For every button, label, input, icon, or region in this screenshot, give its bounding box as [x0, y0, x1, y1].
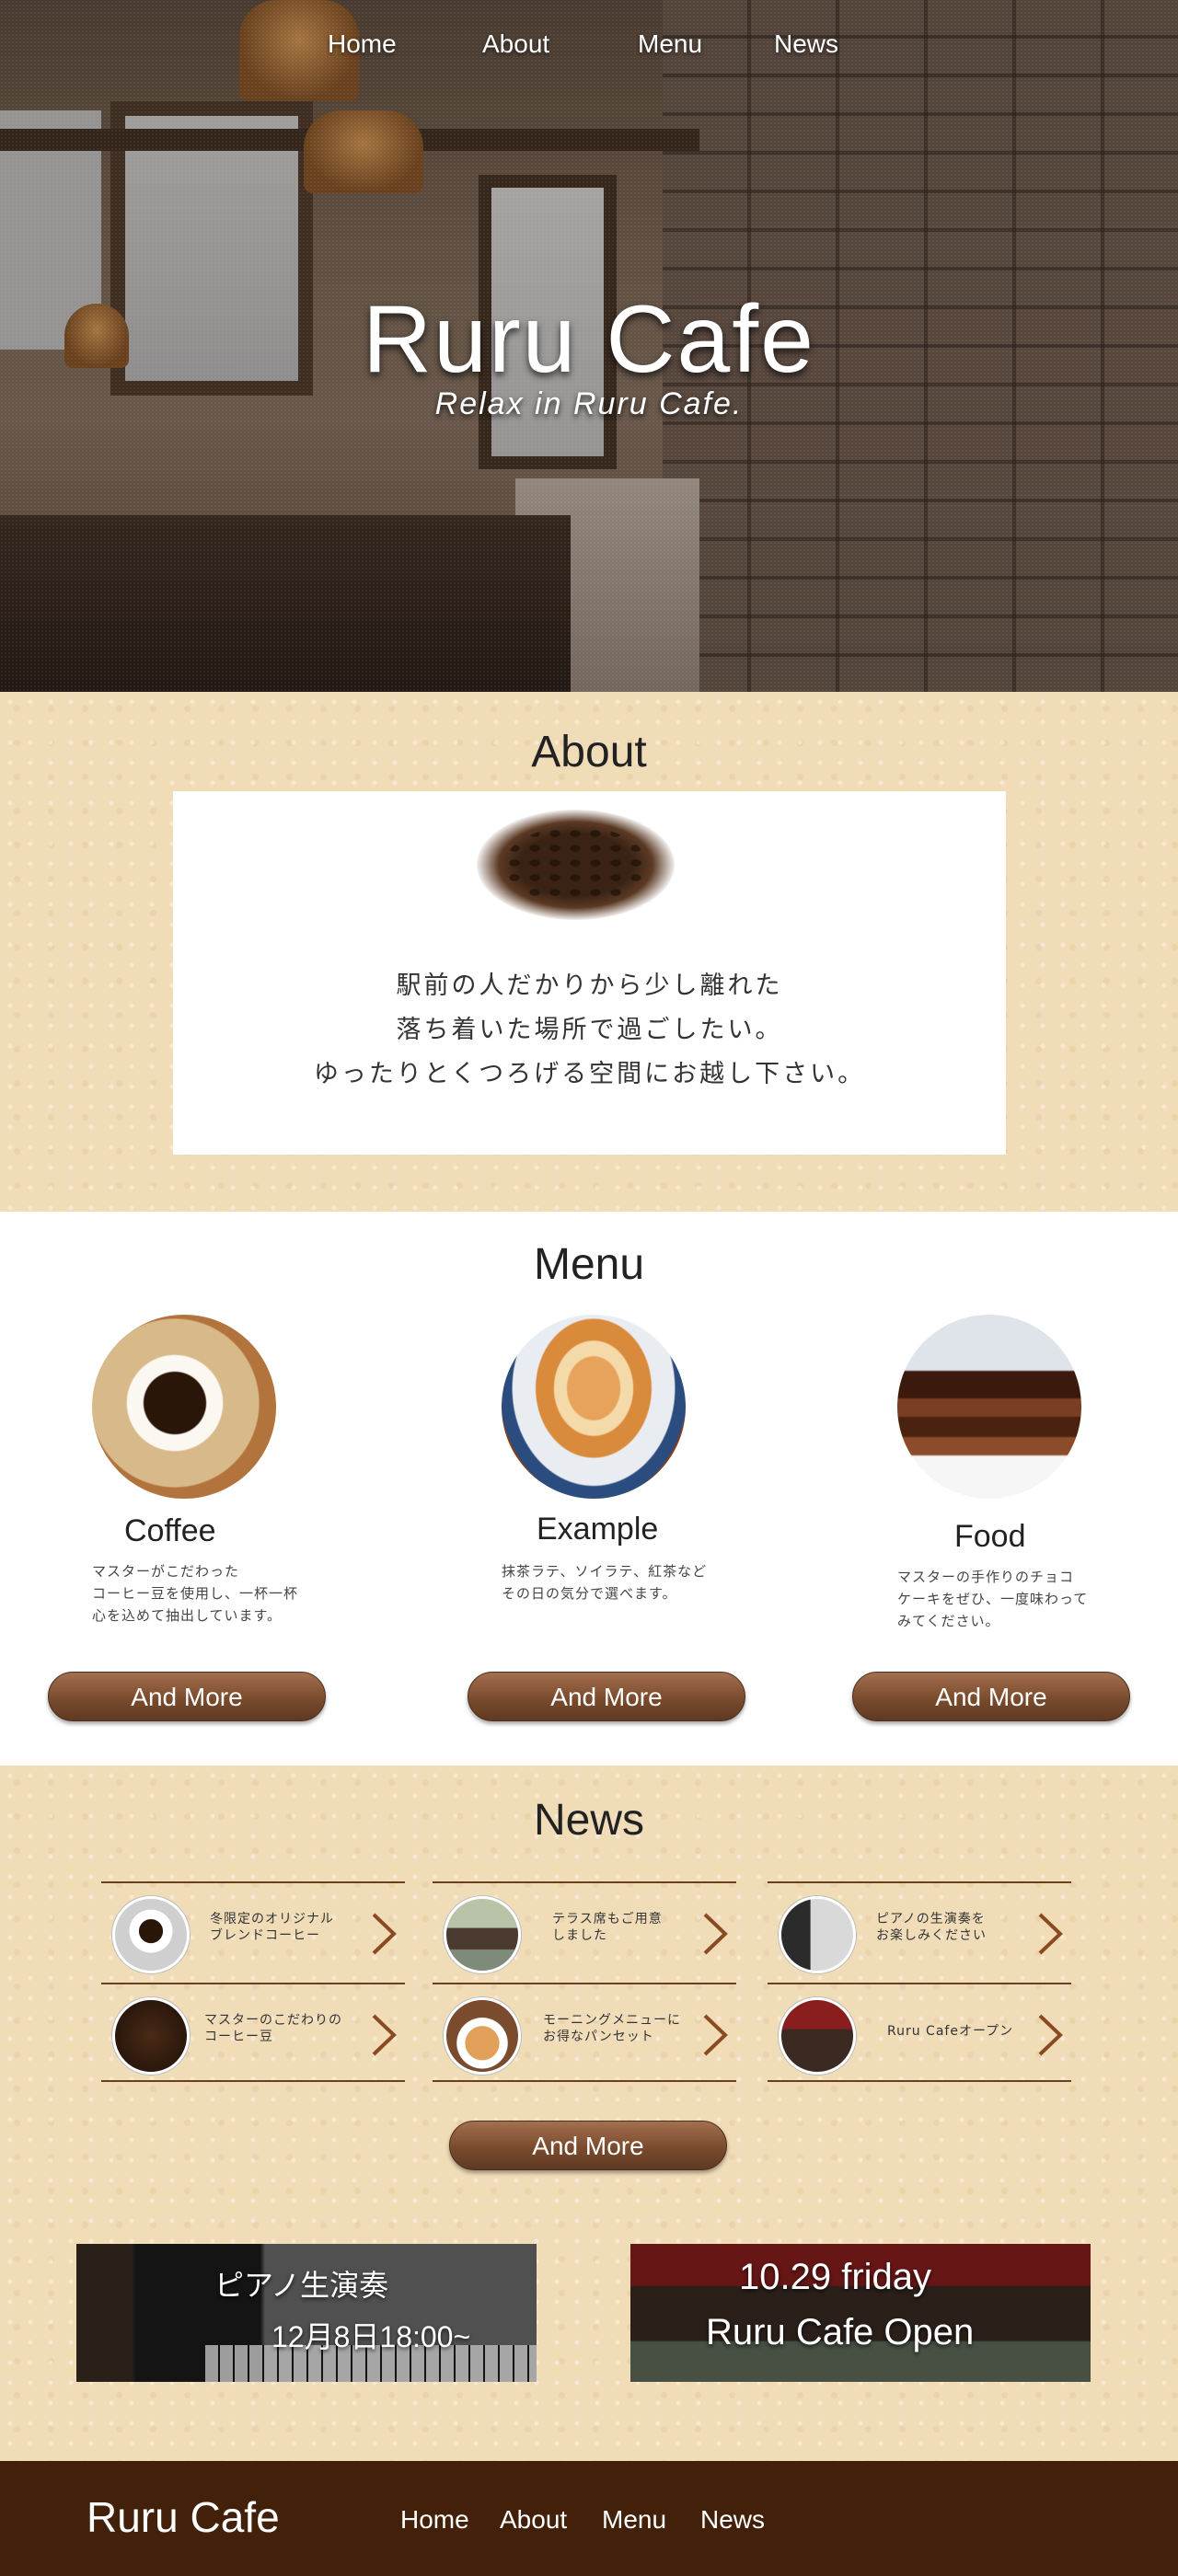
nav-home-link[interactable]: Home	[328, 29, 397, 59]
chevron-right-icon[interactable]	[368, 1911, 399, 1957]
menu-item-desc: マスターがこだわった コーヒー豆を使用し、一杯一杯 心を込めて抽出しています。	[92, 1563, 299, 1624]
menu-item-title: Example	[537, 1512, 659, 1547]
hero-title: Ruru Cafe	[363, 286, 815, 393]
news-section: News 冬限定のオリジナル ブレンドコーヒー テラス席もご用意 しました ピアノの…	[0, 1765, 1178, 2461]
footer: Ruru Cafe Home About Menu News	[0, 2461, 1178, 2576]
coffee-cup-thumb	[112, 1896, 190, 1973]
about-title: About	[531, 728, 647, 776]
nav-menu-link[interactable]: Menu	[638, 29, 702, 59]
news-title: News	[533, 1796, 645, 1845]
news-item[interactable]: テラス席もご用意 しました	[433, 1881, 736, 1981]
menu-section: Menu Coffee マスターがこだわった コーヒー豆を使用し、一杯一杯 心を…	[0, 1212, 1178, 1765]
about-section: About 駅前の人だかりから少し離れた 落ち着いた場所で過ごしたい。 ゆったり…	[0, 692, 1178, 1212]
news-and-more-button[interactable]: And More	[449, 2121, 727, 2170]
opening-banner[interactable]: 10.29 friday Ruru Cafe Open	[630, 2244, 1091, 2382]
chevron-right-icon[interactable]	[699, 2012, 731, 2058]
hero-subtitle: Relax in Ruru Cafe.	[434, 386, 744, 421]
nav-about-link[interactable]: About	[482, 29, 549, 59]
about-text: 駅前の人だかりから少し離れた 落ち着いた場所で過ごしたい。 ゆったりとくつろげる…	[313, 972, 866, 1088]
chevron-right-icon[interactable]	[699, 1911, 731, 1957]
menu-item-desc: 抹茶ラテ、ソイラテ、紅茶など その日の気分で選べます。	[502, 1563, 708, 1602]
menu-item: Food マスターの手作りのチョコ ケーキをぜひ、一度味わって みてください。	[897, 1315, 1173, 1632]
news-item[interactable]: ピアノの生演奏を お楽しみください	[768, 1881, 1071, 1981]
chocolate-cake-image	[897, 1315, 1081, 1499]
top-nav: Home About Menu News	[0, 29, 1178, 74]
news-item[interactable]: 冬限定のオリジナル ブレンドコーヒー	[101, 1881, 405, 1981]
news-item[interactable]: モーニングメニューに お得なパンセット	[433, 1983, 736, 2082]
chevron-right-icon[interactable]	[1034, 1911, 1066, 1957]
menu-item-title: Food	[954, 1519, 1026, 1554]
footer-about-link[interactable]: About	[500, 2505, 567, 2535]
piano-thumb	[779, 1896, 856, 1973]
terrace-thumb	[444, 1896, 521, 1973]
latte-art-image	[502, 1315, 686, 1499]
chevron-right-icon[interactable]	[368, 2012, 399, 2058]
about-card: 駅前の人だかりから少し離れた 落ち着いた場所で過ごしたい。 ゆったりとくつろげる…	[173, 791, 1006, 1155]
piano-event-banner[interactable]: ピアノ生演奏 12月8日18:00~	[76, 2244, 537, 2382]
example-and-more-button[interactable]: And More	[468, 1672, 745, 1721]
chevron-right-icon[interactable]	[1034, 2012, 1066, 2058]
menu-item-desc: マスターの手作りのチョコ ケーキをぜひ、一度味わって みてください。	[897, 1569, 1089, 1629]
nav-news-link[interactable]: News	[774, 29, 838, 59]
food-and-more-button[interactable]: And More	[852, 1672, 1130, 1721]
footer-news-link[interactable]: News	[700, 2505, 765, 2535]
coffee-beans-thumb	[112, 1997, 190, 2075]
footer-brand[interactable]: Ruru Cafe	[87, 2492, 280, 2542]
menu-title: Menu	[533, 1240, 645, 1289]
coffee-and-more-button[interactable]: And More	[48, 1672, 326, 1721]
coffee-beans-image	[477, 810, 675, 920]
bread-thumb	[444, 1997, 521, 2075]
news-item[interactable]: マスターのこだわりの コーヒー豆	[101, 1983, 405, 2082]
footer-home-link[interactable]: Home	[400, 2505, 469, 2535]
menu-item: Example 抹茶ラテ、ソイラテ、紅茶など その日の気分で選べます。	[502, 1315, 778, 1604]
menu-item-title: Coffee	[124, 1513, 216, 1548]
footer-menu-link[interactable]: Menu	[602, 2505, 666, 2535]
hero-section: Home About Menu News Ruru Cafe Relax in …	[0, 0, 1178, 692]
coffee-cup-image	[92, 1315, 276, 1499]
menu-item: Coffee マスターがこだわった コーヒー豆を使用し、一杯一杯 心を込めて抽出…	[92, 1315, 368, 1627]
cafe-front-thumb	[779, 1997, 856, 2075]
news-item[interactable]: Ruru Cafeオープン	[768, 1983, 1071, 2082]
